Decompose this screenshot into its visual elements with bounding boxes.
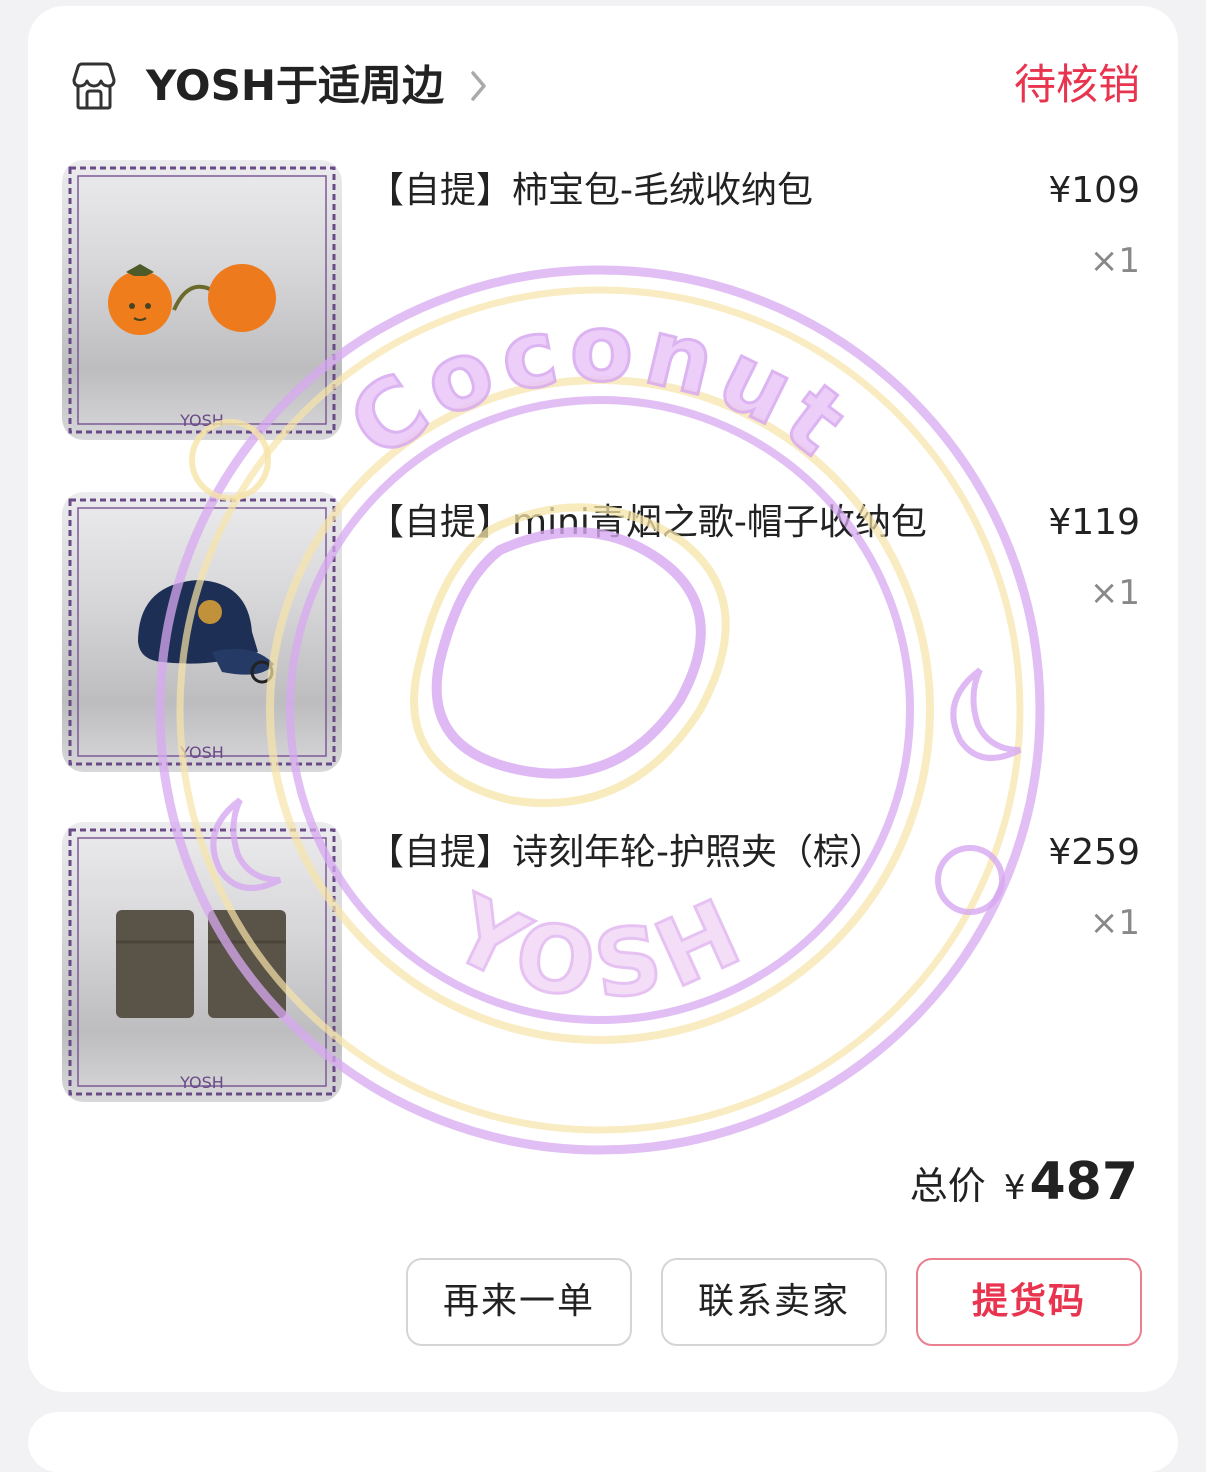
chevron-right-icon[interactable] [468,68,490,104]
store-icon[interactable] [68,60,120,112]
list-item[interactable]: YOSH 【自提】柿宝包-毛绒收纳包 ¥109 ×1 [28,160,1178,442]
svg-text:YOSH: YOSH [179,1073,224,1092]
order-status: 待核销 [1013,60,1140,109]
item-price: ¥109 [1048,170,1140,211]
passport-holder-image: YOSH [68,828,336,1096]
item-title[interactable]: 【自提】mini青烟之歌-帽子收纳包 [368,498,988,548]
reorder-button[interactable]: 再来一单 [406,1258,632,1346]
item-quantity: ×1 [1089,903,1140,943]
list-item[interactable]: YOSH 【自提】诗刻年轮-护照夹（棕） ¥259 ×1 [28,822,1178,1104]
pickup-code-button[interactable]: 提货码 [916,1258,1142,1346]
item-quantity: ×1 [1089,241,1140,281]
svg-text:YOSH: YOSH [179,411,224,430]
order-total: 总价 ¥ 487 [910,1152,1138,1222]
contact-seller-button[interactable]: 联系卖家 [661,1258,887,1346]
persimmon-pouch-image: YOSH [68,166,336,434]
item-price: ¥119 [1048,502,1140,543]
item-title[interactable]: 【自提】诗刻年轮-护照夹（棕） [368,828,988,878]
total-amount: 487 [1029,1152,1138,1212]
item-quantity: ×1 [1089,573,1140,613]
total-label: 总价 [909,1164,986,1208]
total-currency: ¥ [1003,1168,1026,1208]
product-thumbnail[interactable]: YOSH [62,492,342,772]
item-price: ¥259 [1048,832,1140,873]
cap-pouch-image: YOSH [68,498,336,766]
item-title[interactable]: 【自提】柿宝包-毛绒收纳包 [368,166,988,216]
product-thumbnail[interactable]: YOSH [62,822,342,1102]
list-item[interactable]: YOSH 【自提】mini青烟之歌-帽子收纳包 ¥119 ×1 [28,492,1178,774]
product-thumbnail[interactable]: YOSH [62,160,342,440]
order-card: YOSH于适周边 待核销 YOSH 【自提】柿宝包-毛绒收纳包 ¥109 ×1 [28,6,1178,1392]
svg-text:YOSH: YOSH [179,743,224,762]
next-order-card [28,1412,1178,1472]
shop-name[interactable]: YOSH于适周边 [146,58,444,114]
